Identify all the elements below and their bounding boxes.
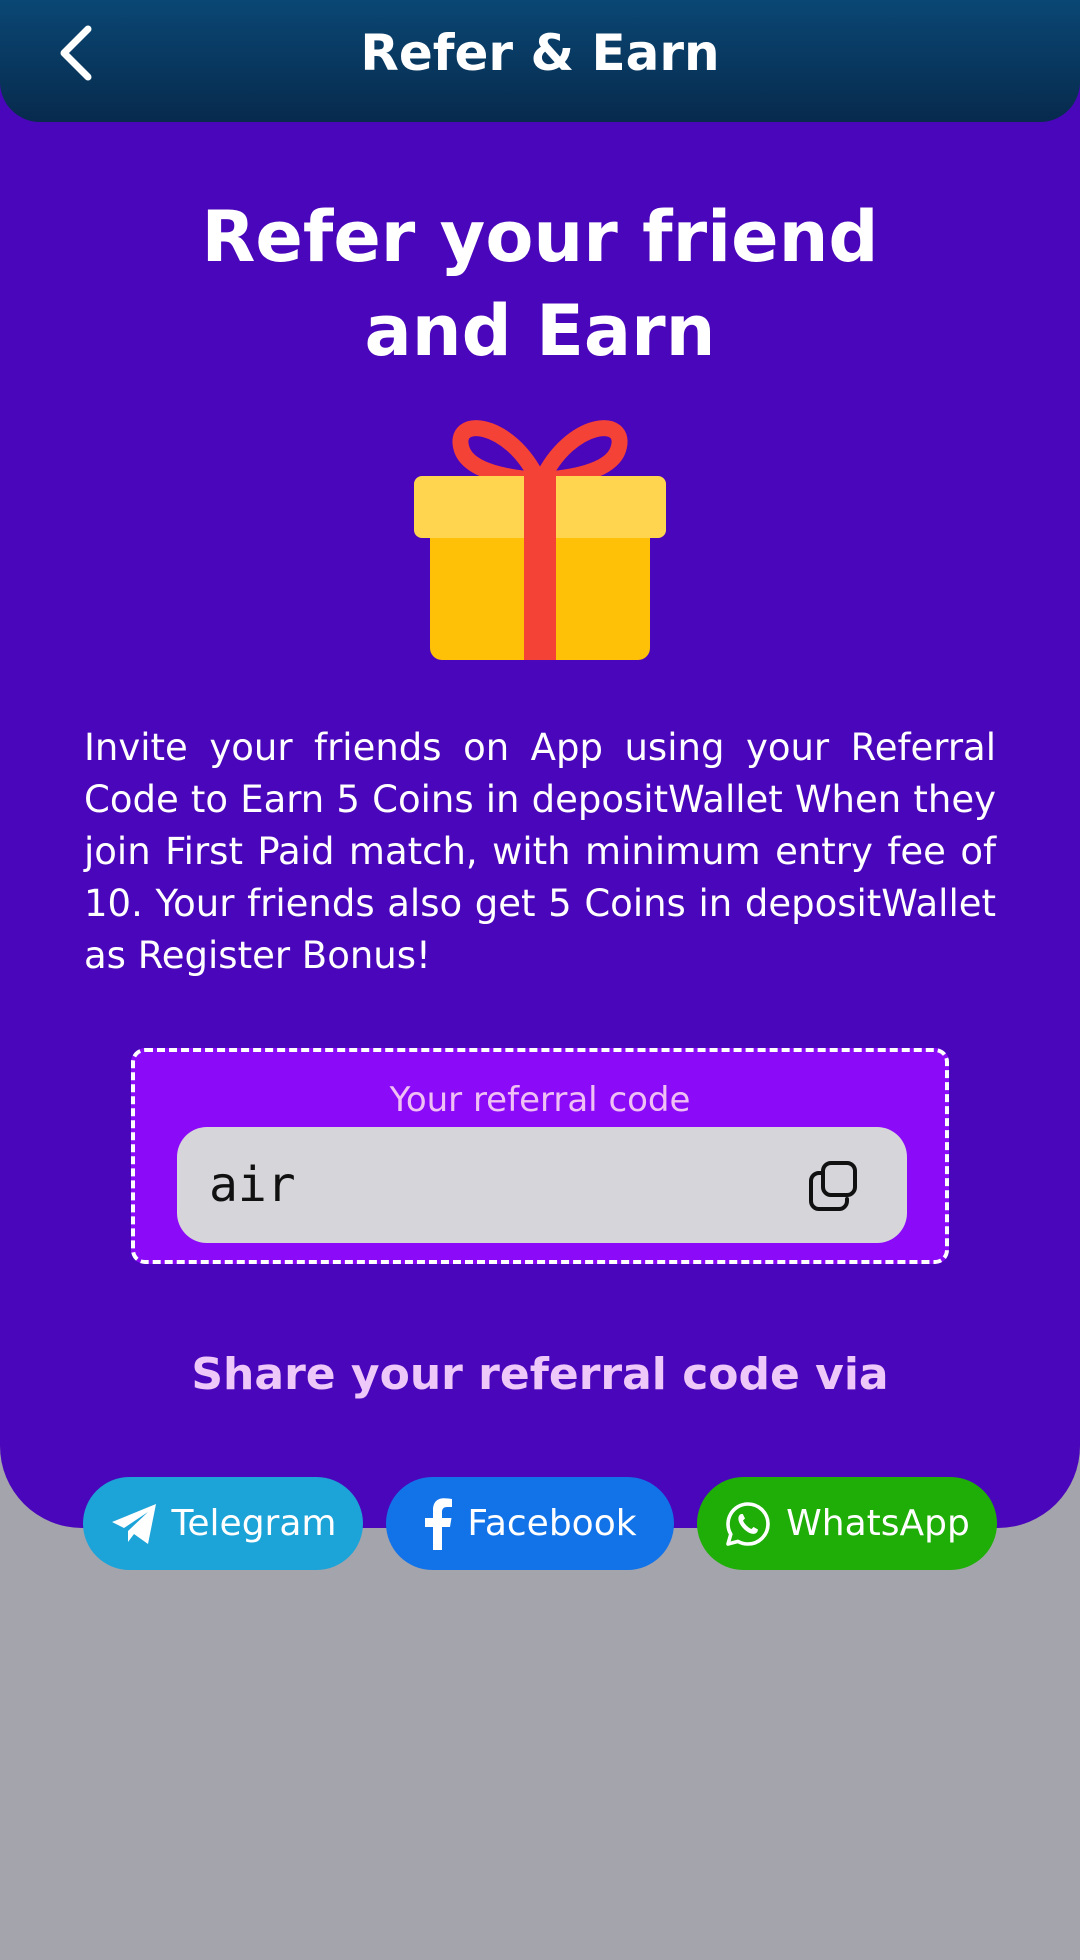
hero-headline: Refer your friend and Earn: [90, 190, 990, 378]
copy-button[interactable]: [807, 1159, 861, 1213]
gift-icon: [414, 420, 666, 660]
copy-icon: [809, 1161, 857, 1211]
hero-headline-line-1: Refer your friend: [201, 196, 879, 278]
referral-code-value: air: [209, 1157, 296, 1213]
referral-code-box: Your referral code air: [131, 1048, 949, 1264]
telegram-label: Telegram: [171, 1503, 337, 1544]
referral-code-field[interactable]: air: [177, 1127, 907, 1243]
telegram-icon: [111, 1503, 156, 1544]
referral-description: Invite your friends on App using your Re…: [84, 726, 996, 977]
whatsapp-share-button[interactable]: WhatsApp: [697, 1477, 997, 1570]
whatsapp-label: WhatsApp: [786, 1503, 970, 1544]
referral-code-label: Your referral code: [389, 1080, 691, 1120]
app-bar: Refer & Earn: [0, 0, 1080, 122]
hero-headline-line-2: and Earn: [364, 290, 716, 372]
telegram-share-button[interactable]: Telegram: [83, 1477, 363, 1570]
page-title: Refer & Earn: [360, 24, 720, 82]
whatsapp-icon: [726, 1501, 770, 1546]
facebook-icon: [425, 1497, 453, 1550]
facebook-label: Facebook: [467, 1503, 637, 1544]
share-heading: Share your referral code via: [191, 1349, 889, 1400]
facebook-share-button[interactable]: Facebook: [386, 1477, 674, 1570]
